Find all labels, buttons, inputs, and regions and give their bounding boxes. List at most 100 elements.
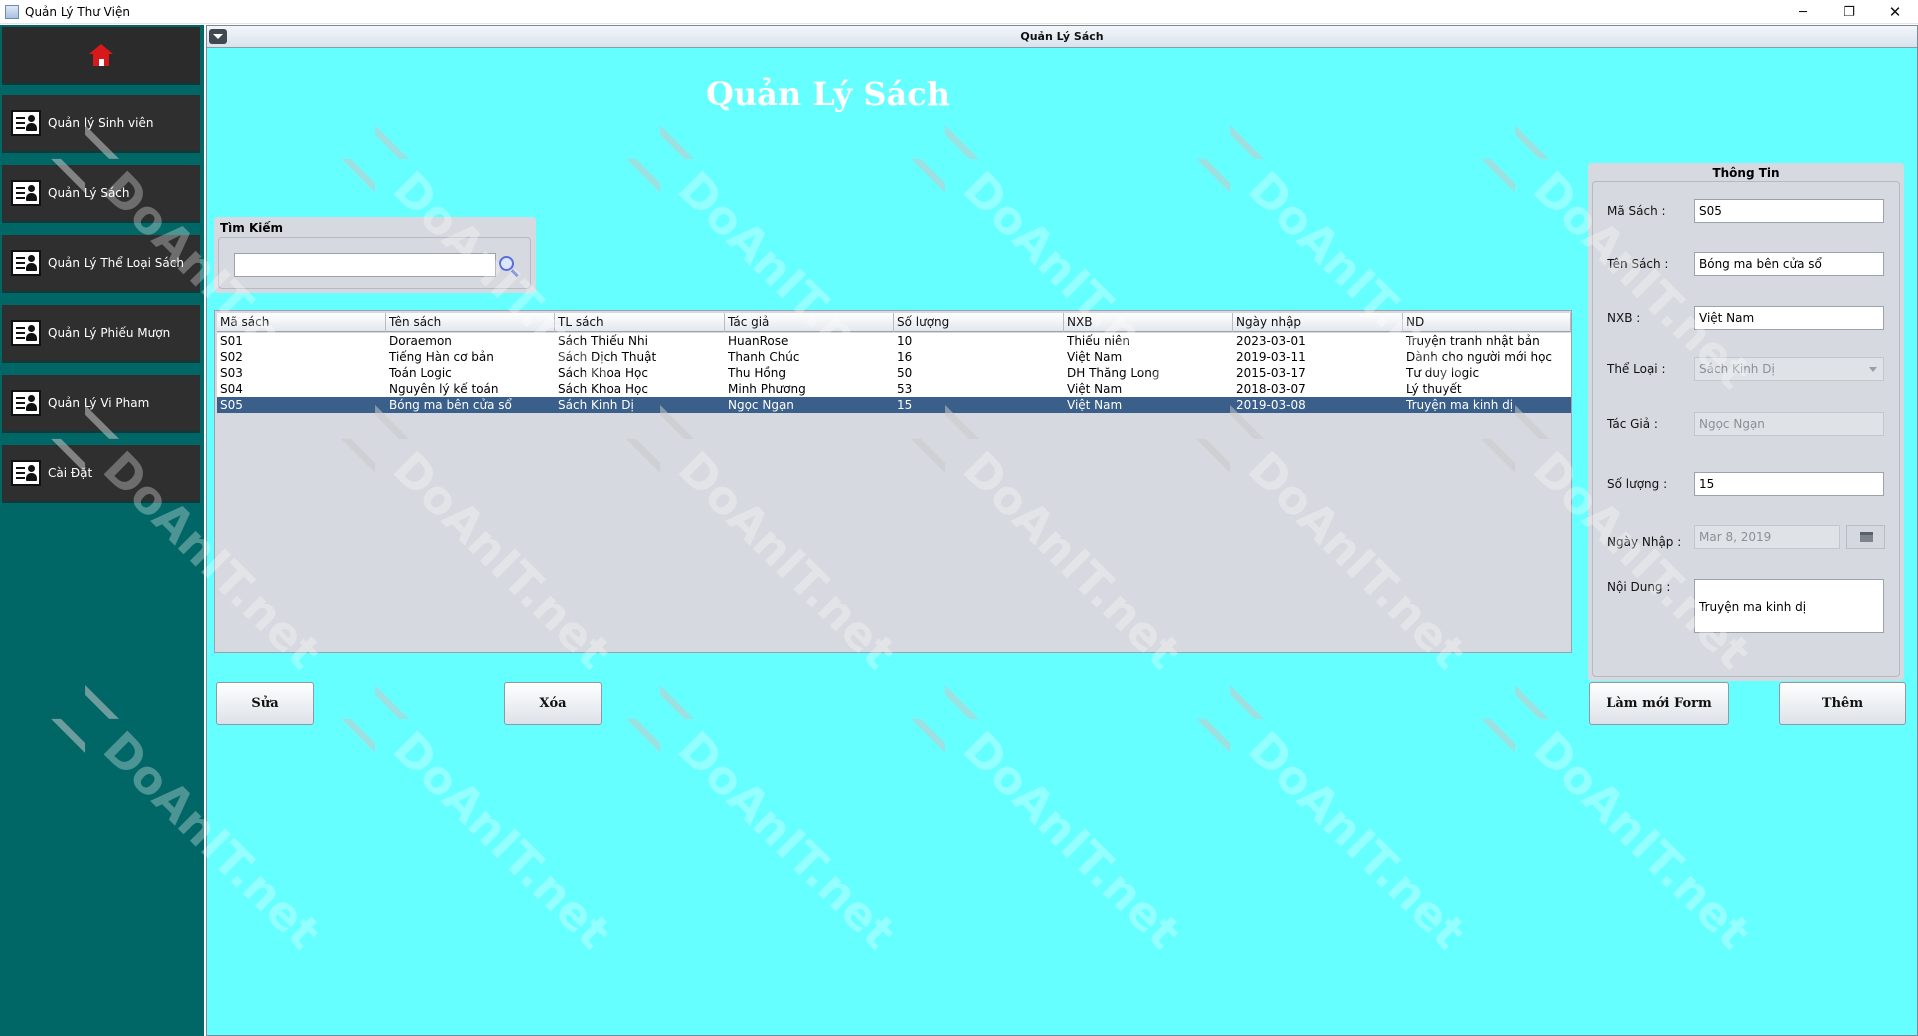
table-cell: 53 <box>897 382 913 396</box>
table-cell: Việt Nam <box>1067 350 1123 364</box>
table-cell: Sách Kinh Dị <box>558 398 634 412</box>
table-cell: Việt Nam <box>1067 398 1123 412</box>
minimize-button[interactable]: ─ <box>1780 0 1826 24</box>
table-cell: Thu Hồng <box>728 366 786 380</box>
sidebar-item-label: Cài Đặt <box>48 466 93 480</box>
the-loai-select[interactable]: Sách Kinh Dị <box>1694 357 1884 381</box>
column-header[interactable]: TL sách <box>555 313 725 332</box>
window-title: Quản Lý Thư Viện <box>25 4 130 19</box>
add-button[interactable]: Thêm <box>1779 682 1906 725</box>
so-luong-input[interactable]: 15 <box>1694 472 1884 496</box>
frame-titlebar: Quản Lý Sách <box>207 26 1917 48</box>
tac-gia-label: Tác Giả : <box>1607 417 1658 431</box>
table-cell: 2019-03-11 <box>1236 350 1306 364</box>
search-icon <box>499 256 514 271</box>
column-header[interactable]: Tên sách <box>386 313 555 332</box>
user-card-icon <box>11 390 41 416</box>
app-icon <box>5 4 19 19</box>
frame-title: Quản Lý Sách <box>1020 30 1104 43</box>
table-cell: 15 <box>897 398 913 412</box>
nxb-label: NXB : <box>1607 311 1641 325</box>
tac-gia-input[interactable]: Ngọc Ngạn <box>1694 412 1884 436</box>
table-cell: Minh Phương <box>728 382 806 396</box>
table-cell: Bóng ma bên cửa sổ <box>389 398 512 412</box>
nxb-input[interactable]: Việt Nam <box>1694 306 1884 330</box>
chevron-down-icon <box>1869 367 1877 372</box>
table-cell: DH Thăng Long <box>1067 366 1160 380</box>
sidebar-item-label: Quản Lý Sách <box>48 186 130 200</box>
ma-sach-input[interactable]: S05 <box>1694 199 1884 223</box>
search-input[interactable] <box>234 253 496 277</box>
table-cell: 2015-03-17 <box>1236 366 1306 380</box>
sidebar-item-violations[interactable]: Quản Lý Vi Pham <box>2 375 200 433</box>
sidebar-item-categories[interactable]: Quản Lý Thể Loại Sách <box>2 235 200 293</box>
sidebar-item-label: Quản Lý Vi Pham <box>48 396 150 410</box>
column-header[interactable]: Mã sách <box>217 313 386 332</box>
column-header[interactable]: Tác giả <box>725 313 894 332</box>
table-cell: Sách Khoa Học <box>558 382 648 396</box>
table-cell: S05 <box>220 398 243 412</box>
table-cell: S01 <box>220 334 243 348</box>
user-card-icon <box>11 110 41 136</box>
table-row[interactable]: S04 Nguyên lý kế toán Sách Khoa Học Minh… <box>217 381 1571 397</box>
table-cell: Lý thuyết <box>1406 382 1462 396</box>
search-button[interactable] <box>496 253 522 279</box>
user-card-icon <box>11 320 41 346</box>
column-header[interactable]: Số lượng <box>894 313 1064 332</box>
maximize-button[interactable]: ❐ <box>1826 0 1872 24</box>
table-cell: Tiếng Hàn cơ bản <box>389 350 494 364</box>
delete-button[interactable]: Xóa <box>504 682 602 725</box>
table-cell: 16 <box>897 350 913 364</box>
user-card-icon <box>11 180 41 206</box>
close-button[interactable]: ✕ <box>1872 0 1918 24</box>
home-icon <box>89 44 113 66</box>
table-cell: S03 <box>220 366 243 380</box>
column-header[interactable]: ND <box>1403 313 1571 332</box>
sidebar-item-books[interactable]: Quản Lý Sách <box>2 165 200 223</box>
table-cell: 2023-03-01 <box>1236 334 1306 348</box>
window-titlebar: Quản Lý Thư Viện <box>0 0 1918 24</box>
books-table: Mã sách Tên sách TL sách Tác giả Số lượn… <box>214 310 1572 653</box>
table-cell: Truyện ma kinh dị <box>1406 398 1514 412</box>
table-row[interactable]: S03 Toán Logic Sách Khoa Học Thu Hồng 50… <box>217 365 1571 381</box>
sidebar-item-label: Quản Lý Phiếu Mượn <box>48 326 171 340</box>
table-row[interactable]: S01 Doraemon Sách Thiếu Nhi HuanRose 10 … <box>217 333 1571 349</box>
table-row-selected[interactable]: S05 Bóng ma bên cửa sổ Sách Kinh Dị Ngọc… <box>217 397 1571 413</box>
edit-button[interactable]: Sửa <box>216 682 314 725</box>
sidebar-item-label: Quản Lý Thể Loại Sách <box>48 256 184 270</box>
table-cell: Việt Nam <box>1067 382 1123 396</box>
table-cell: 10 <box>897 334 913 348</box>
frame-menu-icon[interactable] <box>209 29 227 44</box>
reset-form-button[interactable]: Làm mới Form <box>1589 682 1729 725</box>
table-cell: Ngọc Ngạn <box>728 398 794 412</box>
home-button[interactable] <box>2 27 200 85</box>
ten-sach-input[interactable]: Bóng ma bên cửa sổ <box>1694 252 1884 276</box>
table-row[interactable]: S02 Tiếng Hàn cơ bản Sách Dịch Thuật Tha… <box>217 349 1571 365</box>
calendar-icon <box>1860 532 1873 542</box>
ngay-nhap-label: Ngày Nhập : <box>1607 535 1682 549</box>
sidebar-item-students[interactable]: Quản lý Sinh viên <box>2 95 200 153</box>
so-luong-label: Số lượng : <box>1607 477 1668 491</box>
ngay-nhap-input[interactable]: Mar 8, 2019 <box>1694 525 1840 549</box>
table-cell: 50 <box>897 366 913 380</box>
noi-dung-textarea[interactable]: Truyện ma kinh dị <box>1694 579 1884 633</box>
table-cell: Sách Khoa Học <box>558 366 648 380</box>
info-panel-title: Thông Tin <box>1712 166 1780 180</box>
search-panel-title: Tìm Kiếm <box>220 221 284 235</box>
table-cell: Doraemon <box>389 334 452 348</box>
page-title: Quản Lý Sách <box>706 75 950 113</box>
the-loai-label: Thể Loại : <box>1607 362 1666 376</box>
table-cell: Truyện tranh nhật bản <box>1406 334 1540 348</box>
table-cell: Dành cho người mới học <box>1406 350 1553 364</box>
table-header: Mã sách Tên sách TL sách Tác giả Số lượn… <box>217 313 1571 332</box>
noi-dung-label: Nội Dung : <box>1607 580 1671 594</box>
table-cell: Thiếu niên <box>1067 334 1130 348</box>
column-header[interactable]: Ngày nhập <box>1233 313 1403 332</box>
sidebar-item-loans[interactable]: Quản Lý Phiếu Mượn <box>2 305 200 363</box>
date-picker-button[interactable] <box>1846 525 1885 549</box>
sidebar: Quản lý Sinh viên Quản Lý Sách Quản Lý T… <box>0 25 204 1036</box>
table-cell: Thanh Chúc <box>728 350 800 364</box>
column-header[interactable]: NXB <box>1064 313 1233 332</box>
sidebar-item-settings[interactable]: Cài Đặt <box>2 445 200 503</box>
table-cell: Sách Dịch Thuật <box>558 350 657 364</box>
